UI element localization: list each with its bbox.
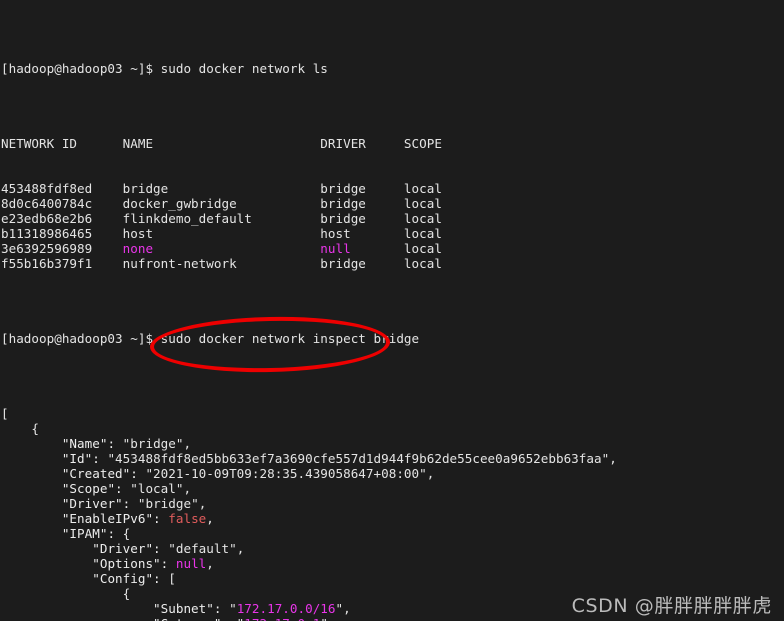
json-key: "EnableIPv6": <box>61 511 169 526</box>
table-row: 3e6392596989 none null local <box>1 241 784 256</box>
network-name-cell: flinkdemo_default <box>122 211 321 226</box>
json-key: "Scope": <box>61 481 131 496</box>
json-line: "Config": [ <box>92 571 176 586</box>
json-key: "Options": <box>92 556 176 571</box>
json-highlight-value: 172.17.0.0/16 <box>236 601 336 616</box>
json-key: "Driver": <box>61 496 138 511</box>
network-driver-cell: bridge <box>320 196 404 211</box>
terminal-window[interactable]: [hadoop@hadoop03 ~]$ sudo docker network… <box>0 0 784 621</box>
json-key: "Id": <box>61 451 108 466</box>
json-line: "Created": "2021-10-09T09:28:35.43905864… <box>61 466 435 481</box>
json-highlight-value: 172.17.0.1 <box>244 616 320 621</box>
json-key: "Subnet": <box>153 601 230 616</box>
json-line: "Name": "bridge", <box>61 436 192 451</box>
network-driver-cell: host <box>320 226 404 241</box>
json-text: { <box>31 421 40 436</box>
json-key: "Created": <box>61 466 146 481</box>
json-literal: false <box>168 511 207 526</box>
json-line: "Options": null, <box>92 556 214 571</box>
network-scope-cell: local <box>403 226 442 241</box>
network-scope-cell: local <box>403 181 442 196</box>
json-line: "Driver": "bridge", <box>61 496 207 511</box>
network-id-cell: 8d0c6400784c <box>1 196 123 211</box>
network-id-cell: b11318986465 <box>1 226 123 241</box>
network-scope-cell: local <box>403 196 442 211</box>
network-scope-cell: local <box>403 211 442 226</box>
json-key: "Driver": <box>92 541 169 556</box>
table-header-row: NETWORK ID NAME DRIVER SCOPE <box>1 136 442 151</box>
json-line: "Driver": "default", <box>92 541 245 556</box>
network-name-cell: none <box>122 241 321 256</box>
network-driver-cell: bridge <box>320 256 404 271</box>
json-value: "bridge" <box>137 496 199 511</box>
network-scope-cell: local <box>403 241 442 256</box>
inspect-json-output: [ { "Name": "bridge", "Id": "453488fdf8e… <box>1 406 784 621</box>
table-row: 453488fdf8ed bridge bridge local <box>1 181 784 196</box>
network-scope-cell: local <box>403 256 442 271</box>
network-table-body: 453488fdf8ed bridge bridge local 8d0c6400… <box>1 181 784 271</box>
network-id-cell: 453488fdf8ed <box>1 181 123 196</box>
table-row: 8d0c6400784c docker_gwbridge bridge loca… <box>1 196 784 211</box>
json-line: { <box>1 421 784 436</box>
network-id-cell: e23edb68e2b6 <box>1 211 123 226</box>
json-line: [ <box>1 406 784 421</box>
json-line: "Id": "453488fdf8ed5bb633ef7a3690cfe557d… <box>61 451 617 466</box>
network-name-cell: host <box>122 226 321 241</box>
json-value: "bridge" <box>122 436 184 451</box>
network-driver-cell: bridge <box>320 181 404 196</box>
network-name-cell: bridge <box>122 181 321 196</box>
command-network-ls: sudo docker network ls <box>160 61 328 76</box>
shell-prompt: [hadoop@hadoop03 ~]$ <box>1 61 161 76</box>
json-line: "EnableIPv6": false, <box>61 511 214 526</box>
json-value: "453488fdf8ed5bb633ef7a3690cfe557d1d944f… <box>107 451 610 466</box>
json-line: "IPAM": { <box>61 526 131 541</box>
json-value: "local" <box>130 481 184 496</box>
json-text: [ <box>1 406 9 421</box>
json-value: "2021-10-09T09:28:35.439058647+08:00" <box>145 466 427 481</box>
json-key: "Name": <box>61 436 123 451</box>
csdn-watermark: CSDN @胖胖胖胖胖虎 <box>571 595 772 617</box>
json-key: "Gateway": <box>153 616 237 621</box>
json-line: "Scope": "local", <box>61 481 192 496</box>
network-name-cell: docker_gwbridge <box>122 196 321 211</box>
network-id-cell: 3e6392596989 <box>1 241 123 256</box>
json-key: "Config": <box>92 571 169 586</box>
json-text: { <box>122 586 131 601</box>
json-key: "IPAM": <box>61 526 123 541</box>
table-row: e23edb68e2b6 flinkdemo_default bridge lo… <box>1 211 784 226</box>
command-network-inspect: sudo docker network inspect bridge <box>160 331 420 346</box>
network-name-cell: nufront-network <box>122 256 321 271</box>
terminal-line-prompt-2: [hadoop@hadoop03 ~]$ sudo docker network… <box>1 331 784 346</box>
shell-prompt-2: [hadoop@hadoop03 ~]$ <box>1 331 161 346</box>
network-id-cell: f55b16b379f1 <box>1 256 123 271</box>
table-row: f55b16b379f1 nufront-network bridge loca… <box>1 256 784 271</box>
json-value: "default" <box>168 541 237 556</box>
network-driver-cell: bridge <box>320 211 404 226</box>
terminal-line-prompt-1: [hadoop@hadoop03 ~]$ sudo docker network… <box>1 61 784 76</box>
json-literal: null <box>175 556 207 571</box>
network-driver-cell: null <box>320 241 404 256</box>
table-row: b11318986465 host host local <box>1 226 784 241</box>
